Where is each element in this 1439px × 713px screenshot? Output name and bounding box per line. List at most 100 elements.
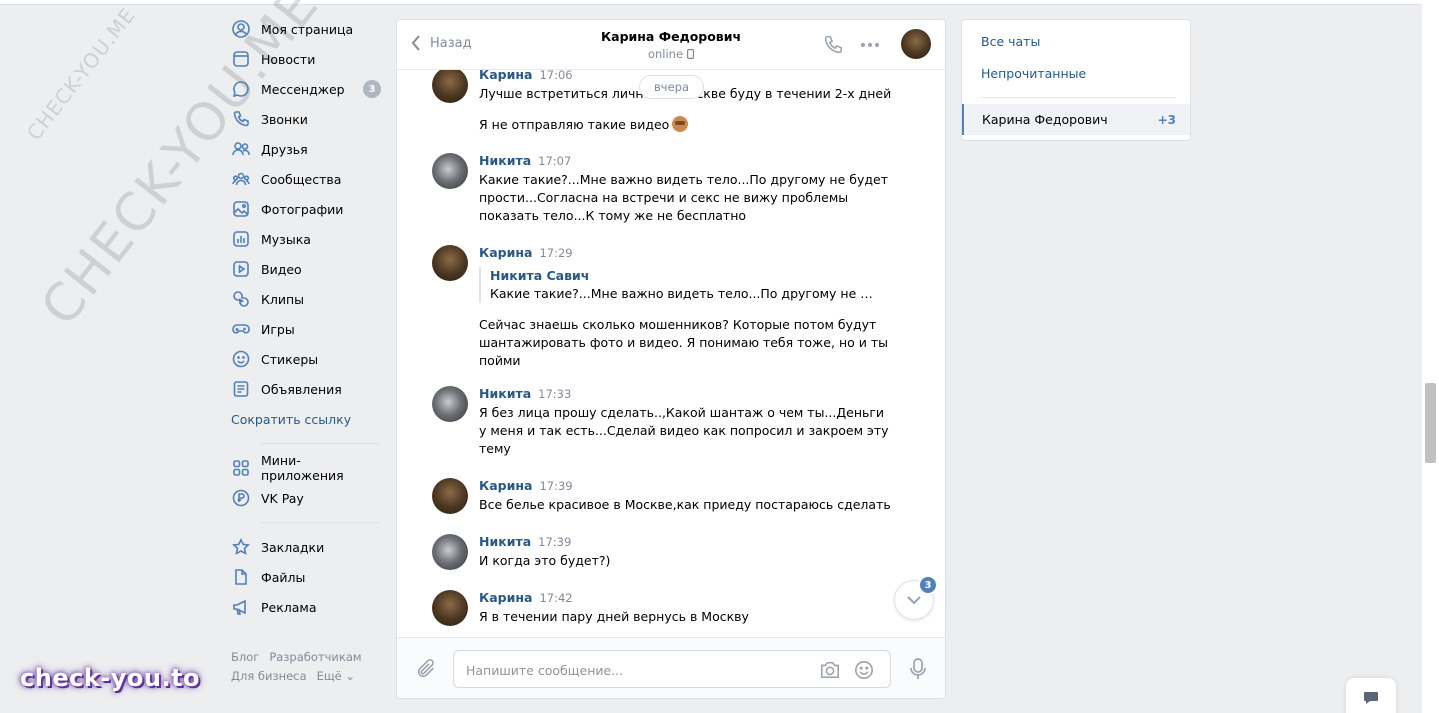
message-meta: Никита 17:39	[479, 534, 892, 552]
message-time[interactable]: 17:39	[539, 479, 572, 493]
shorten-link[interactable]: Сократить ссылку	[231, 404, 381, 434]
message-input-box[interactable]	[453, 650, 891, 688]
message-item[interactable]: Карина 17:29 Никита Савич Какие такие?...Мн…	[432, 245, 892, 370]
message-time[interactable]: 17:06	[539, 70, 572, 82]
call-button[interactable]	[822, 34, 844, 56]
message-author[interactable]: Карина	[479, 590, 532, 605]
nav-item-main-0[interactable]: Моя страница	[231, 14, 381, 44]
monkey-emoji-icon	[672, 116, 689, 132]
nav-item-main-4[interactable]: Друзья	[231, 134, 381, 164]
active-chat-count: +3	[1157, 112, 1176, 127]
nav-item-label: Мини-приложения	[261, 453, 344, 483]
quote-author: Никита Савич	[490, 268, 590, 283]
nav-divider	[261, 443, 379, 444]
nav-item-main-7[interactable]: Музыка	[231, 224, 381, 254]
message-time[interactable]: 17:42	[539, 591, 572, 605]
chat-header: Назад Карина Федорович online	[397, 20, 945, 70]
paperclip-icon	[417, 659, 434, 678]
video-icon	[231, 259, 251, 279]
message-time[interactable]: 17:33	[538, 387, 571, 401]
music-icon	[231, 229, 251, 249]
message-body: Карина 17:29 Никита Савич Какие такие?...Мн…	[479, 245, 892, 370]
nav-item-main-11[interactable]: Стикеры	[231, 344, 381, 374]
message-time[interactable]: 17:39	[538, 535, 571, 549]
nav-item-extra-2[interactable]: Реклама	[231, 592, 381, 622]
message-item[interactable]: Никита 17:33 Я без лица прошу сделать..,Ка…	[432, 386, 892, 458]
watermark-small: CHECK-YOU.ME	[22, 2, 141, 145]
chat-widget-button[interactable]	[1346, 678, 1396, 713]
message-avatar[interactable]	[432, 386, 468, 422]
nav-item-label: Звонки	[261, 111, 308, 127]
camera-button[interactable]	[819, 660, 841, 680]
message-time[interactable]: 17:07	[538, 154, 571, 168]
nav-item-main-9[interactable]: Клипы	[231, 284, 381, 314]
message-author[interactable]: Карина	[479, 245, 532, 260]
page-scrollbar[interactable]	[1422, 0, 1439, 713]
message-avatar[interactable]	[432, 534, 468, 570]
message-avatar[interactable]	[432, 245, 468, 281]
attach-button[interactable]	[415, 658, 437, 680]
message-author[interactable]: Никита	[479, 386, 531, 401]
nav-item-main-3[interactable]: Звонки	[231, 104, 381, 134]
nav-item-label: Игры	[261, 321, 295, 337]
message-input[interactable]	[466, 660, 806, 680]
composer	[397, 637, 945, 698]
voice-button[interactable]	[907, 657, 929, 681]
friends-icon	[231, 139, 251, 159]
communities-icon	[231, 169, 251, 189]
message-author[interactable]: Никита	[479, 153, 531, 168]
message-meta: Никита 17:33	[479, 386, 892, 404]
nav-item-main-2[interactable]: Мессенджер 3	[231, 74, 381, 104]
nav-item-label: Сообщества	[261, 171, 342, 187]
more-button[interactable]	[859, 34, 881, 56]
filter-unread[interactable]: Непрочитанные	[981, 66, 1086, 81]
active-chat-name: Карина Федорович	[982, 112, 1108, 127]
message-avatar[interactable]	[432, 478, 468, 514]
nav-item-main-10[interactable]: Игры	[231, 314, 381, 344]
filter-all-chats[interactable]: Все чаты	[981, 34, 1040, 49]
message-avatar[interactable]	[432, 590, 468, 626]
nav-item-main-1[interactable]: Новости	[231, 44, 381, 74]
nav-item-main-8[interactable]: Видео	[231, 254, 381, 284]
nav-item-apps-1[interactable]: VK Pay	[231, 483, 381, 513]
scrollbar-thumb[interactable]	[1425, 383, 1436, 463]
message-avatar[interactable]	[432, 153, 468, 189]
nav-item-apps-0[interactable]: Мини-приложения	[231, 453, 381, 483]
nav-item-main-12[interactable]: Объявления	[231, 374, 381, 404]
message-item[interactable]: Карина 17:42 Я в течении пару дней вернусь…	[432, 590, 892, 626]
message-item[interactable]: Никита 17:07 Какие такие?...Мне важно виде…	[432, 153, 892, 225]
reply-quote[interactable]: Никита Савич Какие такие?...Мне важно вид…	[479, 267, 892, 303]
nav-item-extra-0[interactable]: Закладки	[231, 532, 381, 562]
nav-item-badge: 3	[363, 80, 381, 98]
footer-link-blog[interactable]: Блог	[231, 650, 259, 664]
footer-link-more[interactable]: Ещё ⌄	[317, 669, 355, 683]
message-text: Я без лица прошу сделать..,Какой шантаж …	[479, 405, 889, 456]
nav-item-extra-1[interactable]: Файлы	[231, 562, 381, 592]
mobile-icon	[687, 49, 695, 59]
emoji-button[interactable]	[853, 660, 875, 680]
vkpay-icon	[231, 488, 251, 508]
nav-item-label: Мессенджер	[261, 81, 345, 97]
peer-avatar[interactable]	[901, 29, 931, 59]
message-avatar[interactable]	[432, 70, 468, 103]
message-author[interactable]: Никита	[479, 534, 531, 549]
active-chat-item[interactable]: Карина Федорович +3	[962, 104, 1190, 135]
nav-item-label: Клипы	[261, 291, 305, 307]
message-time[interactable]: 17:29	[539, 246, 572, 260]
nav-item-label: Музыка	[261, 231, 311, 247]
unread-count-badge: 3	[918, 575, 938, 595]
footer-link-dev[interactable]: Разработчикам	[269, 650, 361, 664]
nav-main-list: Моя страница Новости Мессенджер 3 Звонки Друз…	[231, 14, 381, 404]
footer-link-business[interactable]: Для бизнеса	[231, 669, 307, 683]
nav-item-main-5[interactable]: Сообщества	[231, 164, 381, 194]
sticker-icon	[231, 349, 251, 369]
message-item[interactable]: Карина 17:39 Все белье красивое в Москве,к…	[432, 478, 892, 514]
nav-divider	[261, 522, 379, 523]
message-body: Никита 17:07 Какие такие?...Мне важно виде…	[479, 153, 892, 225]
message-author[interactable]: Карина	[479, 478, 532, 493]
camera-icon	[821, 661, 839, 679]
message-author[interactable]: Карина	[479, 70, 532, 82]
nav-item-main-6[interactable]: Фотографии	[231, 194, 381, 224]
nav-extras-list: Закладки Файлы Реклама	[231, 532, 381, 622]
message-item[interactable]: Никита 17:39 И когда это будет?)	[432, 534, 892, 570]
